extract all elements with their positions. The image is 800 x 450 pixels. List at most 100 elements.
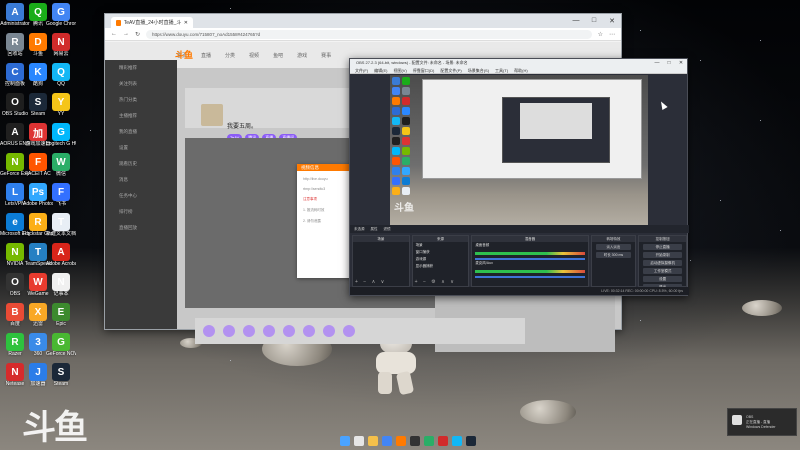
- netease-icon[interactable]: [438, 436, 448, 446]
- sidebar-item[interactable]: 直播回放: [105, 220, 177, 236]
- gift-icon[interactable]: [343, 325, 355, 337]
- gift-icon[interactable]: [223, 325, 235, 337]
- sidebar-item[interactable]: 热门分类: [105, 92, 177, 108]
- sidebar-item[interactable]: 任务中心: [105, 188, 177, 204]
- url-input[interactable]: https://www.douyu.com/715807_noAd1558#42…: [146, 29, 592, 39]
- wechat-icon[interactable]: [424, 436, 434, 446]
- start-recording-button[interactable]: 开始录制: [643, 252, 682, 258]
- nav-item[interactable]: 分类: [225, 52, 235, 59]
- desktop-icon-label: Google Chrome: [46, 21, 76, 27]
- sidebar-item[interactable]: 设置: [105, 140, 177, 156]
- filters-button[interactable]: 滤镜: [384, 227, 391, 232]
- nav-item[interactable]: 赛事: [321, 52, 331, 59]
- source-item[interactable]: 窗口捕获: [413, 249, 469, 256]
- desktop-icon[interactable]: G GeForce NOW: [46, 333, 76, 357]
- desktop-icon[interactable]: T 新建文本文档: [46, 213, 76, 237]
- nav-item[interactable]: 视频: [249, 52, 259, 59]
- forward-arrow-icon[interactable]: →: [123, 31, 129, 37]
- gift-icon[interactable]: [243, 325, 255, 337]
- streamer-avatar[interactable]: [201, 104, 223, 126]
- menu-docks[interactable]: 停靠窗口(D): [413, 67, 435, 73]
- preview-desktop-icon: [402, 87, 410, 95]
- desktop-icon[interactable]: F 飞书: [49, 183, 73, 207]
- desktop-icon[interactable]: A Adobe Acrobat: [46, 243, 76, 267]
- desktop-icon[interactable]: N 记事本: [49, 273, 73, 297]
- source-item[interactable]: 游戏源: [413, 256, 469, 263]
- menu-tools[interactable]: 工具(T): [495, 67, 508, 73]
- douyu-icon[interactable]: [396, 436, 406, 446]
- studio-mode-button[interactable]: 工作室模式: [643, 268, 682, 274]
- browser-tab[interactable]: TeAV直播_24小时直播_斗鱼直播 ✕: [111, 17, 193, 28]
- gift-icon[interactable]: [203, 325, 215, 337]
- sidebar-item[interactable]: 主播推荐: [105, 108, 177, 124]
- star: [760, 40, 761, 41]
- sidebar-item[interactable]: 观看历史: [105, 156, 177, 172]
- close-tab-icon[interactable]: ✕: [184, 20, 188, 26]
- virtual-camera-button[interactable]: 启动虚拟摄像机: [643, 260, 682, 266]
- mic-audio-slider[interactable]: [475, 276, 585, 278]
- properties-button[interactable]: 属性: [371, 227, 378, 232]
- notification-toast[interactable]: OBS 正在直播 - 直播 Windows Defender: [727, 408, 797, 436]
- desktop-icon[interactable]: GGoogle Chrome: [46, 3, 76, 27]
- menu-scene-collection[interactable]: 场景集合(S): [468, 67, 489, 73]
- address-bar-row: ← → ↻ https://www.douyu.com/715807_noAd1…: [105, 28, 621, 41]
- desktop-app-icon: N: [6, 153, 24, 171]
- source-item[interactable]: 显示器捕获: [413, 263, 469, 270]
- desktop-icon[interactable]: Y YY: [49, 93, 73, 117]
- source-item[interactable]: 场景: [413, 242, 469, 249]
- close-button[interactable]: ✕: [603, 17, 621, 25]
- maximize-button[interactable]: □: [585, 17, 603, 25]
- menu-view[interactable]: 视图(V): [393, 67, 406, 73]
- preview-desktop-icon: [402, 187, 410, 195]
- sidebar-item[interactable]: 我的直播: [105, 124, 177, 140]
- desktop-app-icon: E: [52, 303, 70, 321]
- sidebar-item[interactable]: 消息: [105, 172, 177, 188]
- qq-icon[interactable]: [452, 436, 462, 446]
- transition-select[interactable]: 淡入淡出: [595, 244, 632, 250]
- obs-maximize-button[interactable]: □: [663, 60, 675, 66]
- file-explorer-icon[interactable]: [368, 436, 378, 446]
- desktop-icon[interactable]: S Steam: [49, 363, 73, 387]
- windows-start-icon[interactable]: [340, 436, 350, 446]
- nav-item[interactable]: 直播: [201, 52, 211, 59]
- menu-edit[interactable]: 编辑(E): [374, 67, 387, 73]
- site-logo[interactable]: 斗鱼: [175, 48, 193, 61]
- sidebar-item[interactable]: 关注列表: [105, 76, 177, 92]
- back-arrow-icon[interactable]: ←: [111, 31, 117, 37]
- desktop-icon[interactable]: E Epic: [49, 303, 73, 327]
- obs-window[interactable]: OBS 27.2.3 (64-bit, windows) - 配置文件: 未命名…: [349, 58, 689, 296]
- minimize-button[interactable]: —: [567, 17, 585, 25]
- desktop-icon[interactable]: W 微信: [49, 153, 73, 177]
- obs-icon[interactable]: [410, 436, 420, 446]
- refresh-icon[interactable]: ↻: [135, 31, 140, 38]
- desktop-icon[interactable]: Q QQ: [49, 63, 73, 87]
- gift-icon[interactable]: [323, 325, 335, 337]
- steam-icon[interactable]: [466, 436, 476, 446]
- desktop-icon[interactable]: N 网易云: [49, 33, 73, 57]
- menu-profile[interactable]: 配置文件(P): [440, 67, 461, 73]
- star-icon[interactable]: ☆: [598, 31, 603, 38]
- sidebar-item[interactable]: 排行榜: [105, 204, 177, 220]
- notification-text: OBS 正在直播 - 直播 Windows Defender: [746, 415, 796, 430]
- scenes-dock-buttons[interactable]: + − ∧ ∨: [355, 279, 386, 285]
- search-icon[interactable]: [354, 436, 364, 446]
- sidebar-item[interactable]: 精彩推荐: [105, 60, 177, 76]
- chrome-icon[interactable]: [382, 436, 392, 446]
- transition-duration[interactable]: 时长 300 ms: [595, 252, 632, 258]
- menu-file[interactable]: 文件(F): [355, 67, 368, 73]
- nav-item[interactable]: 鱼吧: [273, 52, 283, 59]
- stop-streaming-button[interactable]: 停止直播: [643, 244, 682, 250]
- settings-button[interactable]: 设置: [643, 276, 682, 282]
- menu-help[interactable]: 帮助(H): [514, 67, 528, 73]
- desktop-app-icon: W: [29, 273, 47, 291]
- sources-dock-buttons[interactable]: + − ⚙ ∧ ∨: [415, 279, 456, 285]
- desktop-icon[interactable]: GLogitech G HUB: [46, 123, 76, 147]
- gift-icon[interactable]: [283, 325, 295, 337]
- desktop-icon-label: GeForce NOW: [46, 351, 76, 357]
- obs-minimize-button[interactable]: —: [651, 60, 663, 66]
- gift-icon[interactable]: [263, 325, 275, 337]
- gift-icon[interactable]: [303, 325, 315, 337]
- obs-close-button[interactable]: ✕: [675, 60, 687, 66]
- nav-item[interactable]: 游戏: [297, 52, 307, 59]
- more-menu-icon[interactable]: ⋯: [609, 31, 615, 38]
